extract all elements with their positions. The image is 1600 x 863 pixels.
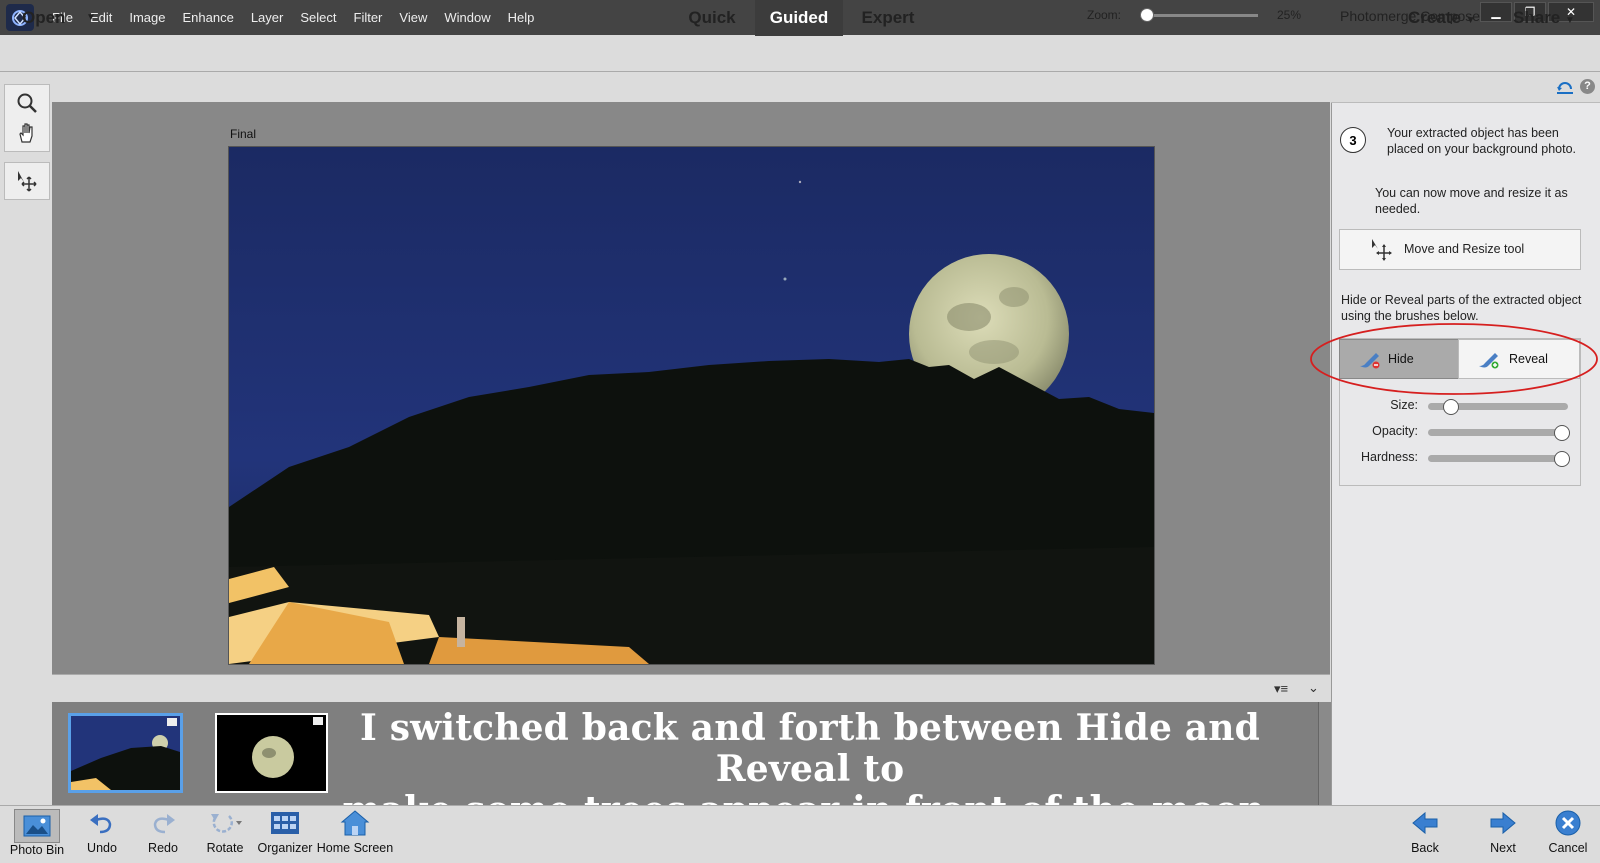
hardness-label: Hardness: <box>1361 450 1418 464</box>
photo-bin-button[interactable]: Photo Bin <box>2 805 72 862</box>
composite-photo[interactable] <box>228 146 1155 665</box>
open-dropdown-icon[interactable]: ▼ <box>86 12 96 23</box>
menu-enhance[interactable]: Enhance <box>183 10 234 25</box>
opacity-slider[interactable] <box>1428 429 1568 436</box>
size-slider-thumb[interactable] <box>1443 399 1460 415</box>
home-screen-label: Home Screen <box>316 841 394 855</box>
share-label: Share <box>1513 8 1561 27</box>
share-dropdown-icon: ▼ <box>1564 15 1575 26</box>
next-label: Next <box>1490 841 1516 855</box>
move-tools <box>4 162 50 200</box>
menu-image[interactable]: Image <box>129 10 165 25</box>
hide-reveal-instructions: Hide or Reveal parts of the extracted ob… <box>1341 293 1582 323</box>
step-number: 3 <box>1340 127 1366 153</box>
next-arrow-icon <box>1468 805 1538 841</box>
organizer-icon <box>250 805 320 841</box>
organizer-button[interactable]: Organizer <box>250 805 320 862</box>
menu-layer[interactable]: Layer <box>251 10 284 25</box>
back-arrow-icon <box>1390 805 1460 841</box>
bin-options-icon[interactable]: ▾≡ <box>1274 681 1288 697</box>
image-label: Final <box>230 127 257 141</box>
redo-label: Redo <box>148 841 178 855</box>
move-resize-label: Move and Resize tool <box>1404 242 1525 256</box>
thumbnail-moon[interactable] <box>215 713 328 793</box>
photo-bin-icon <box>14 809 60 843</box>
help-icon[interactable]: ? <box>1580 79 1595 94</box>
menu-help[interactable]: Help <box>508 10 535 25</box>
menu-view[interactable]: View <box>399 10 427 25</box>
zoom-bar <box>52 72 1330 103</box>
panel-title: Photomerge Compose <box>1340 8 1481 24</box>
menu-window[interactable]: Window <box>444 10 490 25</box>
tab-guided[interactable]: Guided <box>755 0 843 36</box>
minimize-button[interactable]: ▁ <box>1480 2 1512 22</box>
collapse-bin-icon[interactable]: ⌄ <box>1308 680 1319 696</box>
undo-button[interactable]: Undo <box>67 805 137 862</box>
back-button[interactable]: Back <box>1390 805 1460 862</box>
reset-icon[interactable] <box>1556 79 1574 100</box>
zoom-slider-thumb[interactable] <box>1140 8 1154 22</box>
step-instructions: Your extracted object has been placed on… <box>1387 126 1577 156</box>
cancel-label: Cancel <box>1548 841 1588 855</box>
hardness-slider[interactable] <box>1428 455 1568 462</box>
opacity-slider-thumb[interactable] <box>1554 425 1570 441</box>
move-resize-button[interactable]: Move and Resize tool <box>1339 229 1581 270</box>
move-tool-icon[interactable] <box>15 169 39 198</box>
opacity-label: Opacity: <box>1372 424 1418 438</box>
hardness-slider-thumb[interactable] <box>1554 451 1570 467</box>
next-button[interactable]: Next <box>1468 805 1538 862</box>
tool-panel <box>0 72 53 805</box>
menu-items: File Edit Image Enhance Layer Select Fil… <box>52 0 551 35</box>
zoom-value: 25% <box>1277 8 1302 22</box>
thumbnail-background[interactable] <box>68 713 183 793</box>
zoom-label: Zoom: <box>1087 8 1122 22</box>
redo-button[interactable]: Redo <box>128 805 198 862</box>
mode-bar <box>0 35 1600 72</box>
annotation-highlight <box>1310 323 1598 395</box>
zoom-tool-icon[interactable] <box>15 91 39 120</box>
step-instructions-2: You can now move and resize it as needed… <box>1375 186 1568 216</box>
undo-label: Undo <box>87 841 117 855</box>
redo-icon <box>128 805 198 841</box>
home-screen-button[interactable]: Home Screen <box>315 805 395 862</box>
back-label: Back <box>1411 841 1439 855</box>
menu-filter[interactable]: Filter <box>354 10 383 25</box>
cancel-button[interactable]: Cancel <box>1535 805 1600 862</box>
photo-bin-scrollbar[interactable] <box>1318 702 1331 805</box>
open-button[interactable]: Open <box>22 8 65 28</box>
share-button[interactable]: Share ▼ <box>1513 8 1575 28</box>
caption-line-1: I switched back and forth between Hide a… <box>359 707 1261 790</box>
view-tools <box>4 84 50 152</box>
bin-toolbar: ▾≡ ⌄ <box>52 674 1330 704</box>
zoom-slider[interactable] <box>1140 14 1258 17</box>
size-label: Size: <box>1390 398 1418 412</box>
home-icon <box>315 805 395 841</box>
move-resize-icon <box>1370 238 1394 265</box>
tab-expert[interactable]: Expert <box>848 0 928 36</box>
cancel-icon <box>1535 805 1600 841</box>
menu-select[interactable]: Select <box>300 10 336 25</box>
undo-icon <box>67 805 137 841</box>
organizer-label: Organizer <box>257 841 313 855</box>
tab-quick[interactable]: Quick <box>672 0 752 36</box>
photo-bin-label: Photo Bin <box>9 843 65 857</box>
hand-tool-icon[interactable] <box>15 121 39 150</box>
